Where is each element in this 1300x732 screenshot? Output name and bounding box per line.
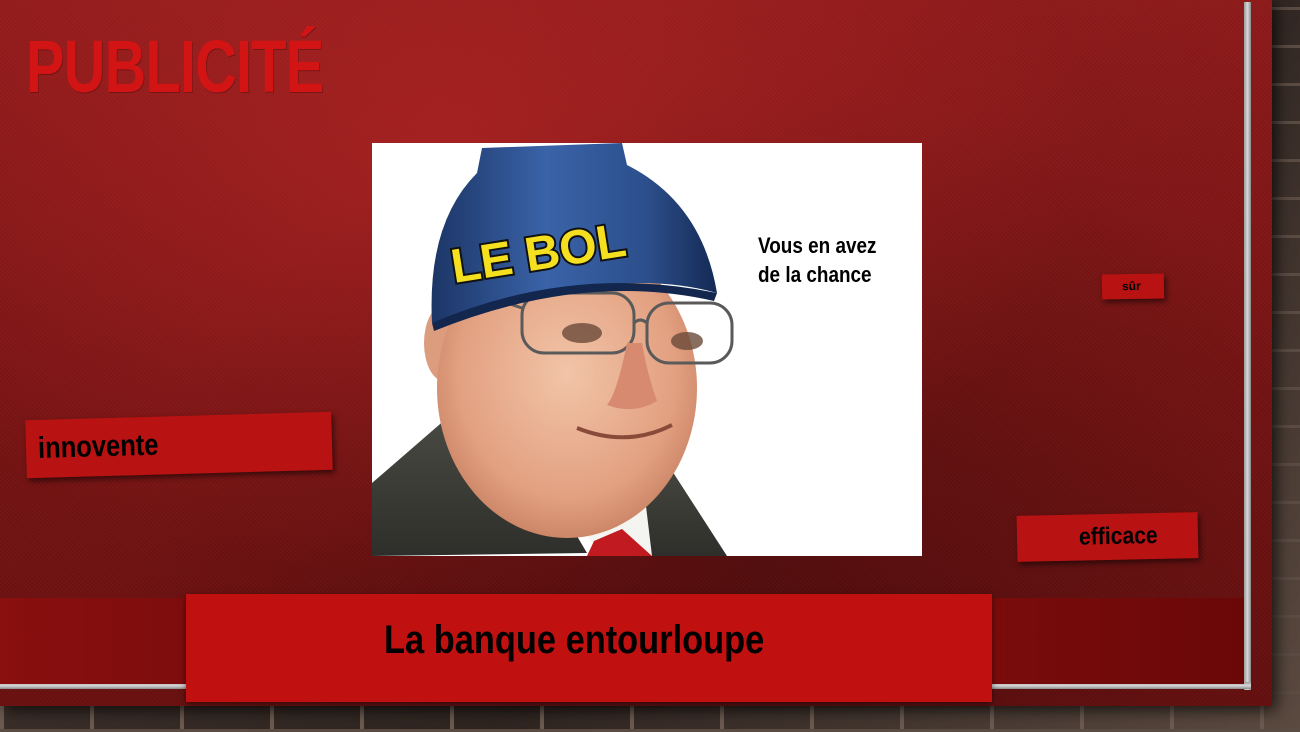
tag-sur: sûr bbox=[1101, 273, 1165, 300]
tag-innovente-label: innovente bbox=[37, 428, 159, 465]
frame-line-vertical bbox=[1244, 2, 1251, 690]
slide-title: PUBLICITÉ bbox=[26, 25, 324, 108]
slide: PUBLICITÉ LE BOL Vous en avez de la chan… bbox=[0, 0, 1272, 706]
ad-tagline: Vous en avez de la chance bbox=[758, 231, 887, 289]
tag-innovente: innovente bbox=[25, 411, 333, 479]
advertisement-image: LE BOL Vous en avez de la chance bbox=[372, 143, 922, 556]
tag-sur-label: sûr bbox=[1121, 278, 1141, 294]
tag-efficace: efficace bbox=[1016, 512, 1199, 562]
slogan-text: La banque entourloupe bbox=[384, 618, 765, 662]
old-man-with-bowl-illustration: LE BOL bbox=[372, 143, 734, 556]
ad-tagline-line2: de la chance bbox=[758, 262, 872, 287]
slogan-box: La banque entourloupe bbox=[186, 594, 992, 702]
tag-efficace-label: efficace bbox=[1078, 521, 1158, 551]
ad-tagline-line1: Vous en avez bbox=[758, 233, 877, 258]
